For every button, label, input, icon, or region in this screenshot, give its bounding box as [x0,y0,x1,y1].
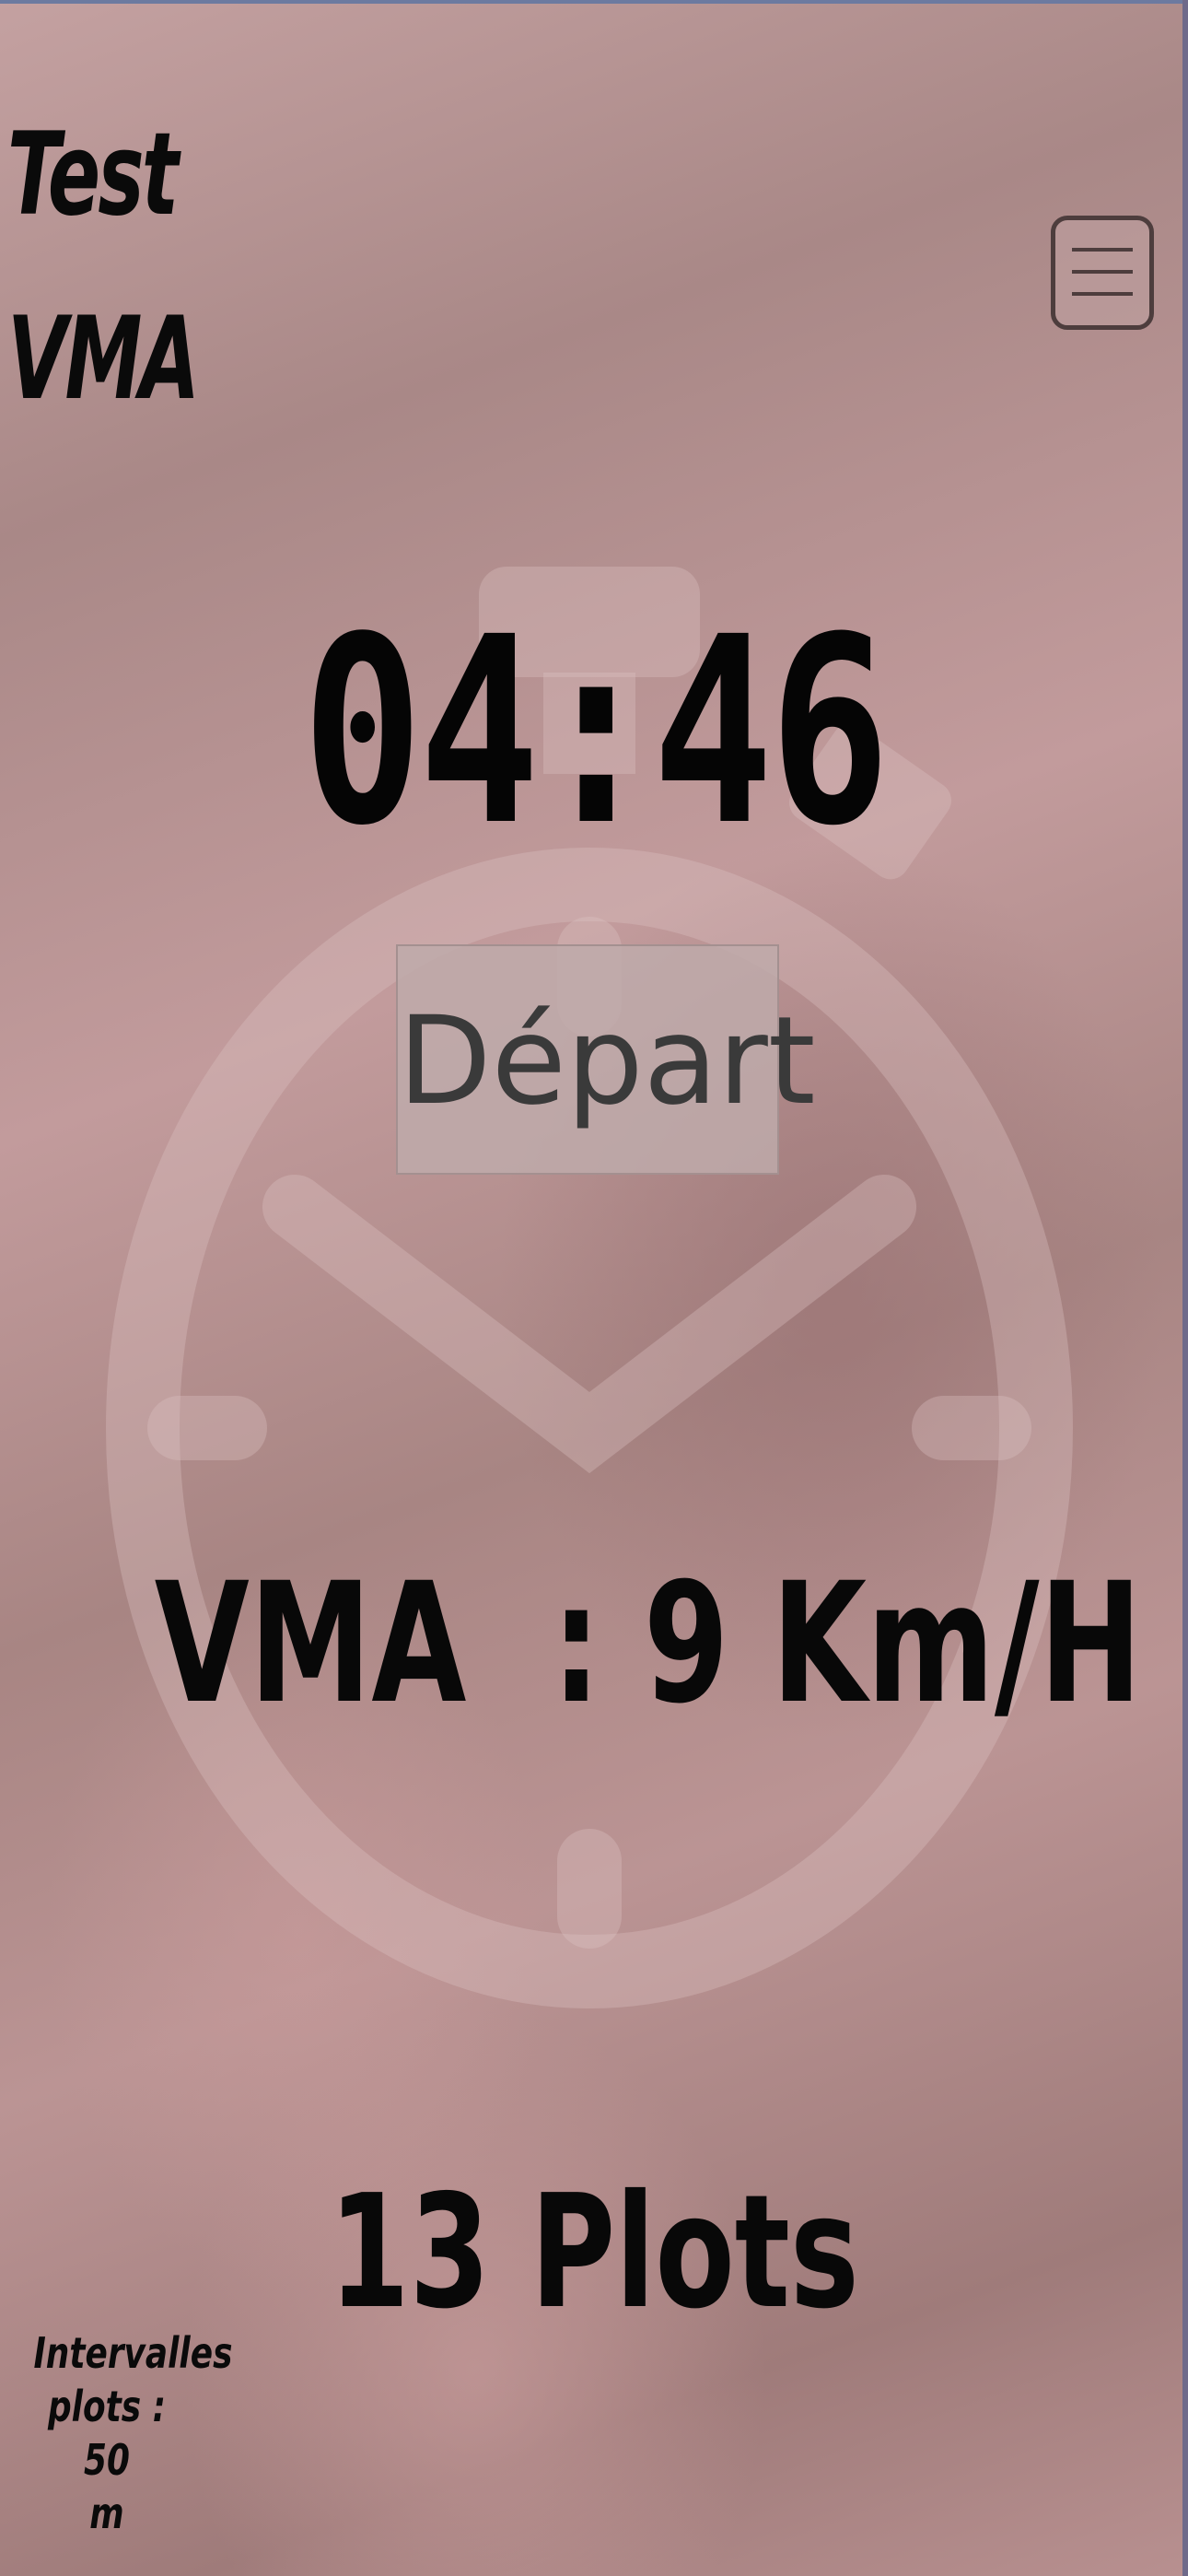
top-border [0,0,1188,4]
vma-readout: VMA : 9 Km/H [154,1548,1143,1740]
start-button[interactable]: Départ [396,944,816,1175]
interval-note-line2: plots : 50 [48,2382,166,2485]
menu-button[interactable] [1051,216,1154,330]
interval-note-line1: Intervalles [33,2328,233,2378]
app-title: Test VMA [7,83,200,451]
plots-count: 13 Plots [329,2161,859,2344]
interval-note-line3: m [89,2488,124,2538]
timer-display: 04:46 [301,582,891,883]
app-title-line1: Test [7,109,179,241]
app-title-line2: VMA [7,293,200,426]
right-border [1182,0,1188,2576]
interval-note: Intervalles plots : 50 m [6,2326,232,2540]
